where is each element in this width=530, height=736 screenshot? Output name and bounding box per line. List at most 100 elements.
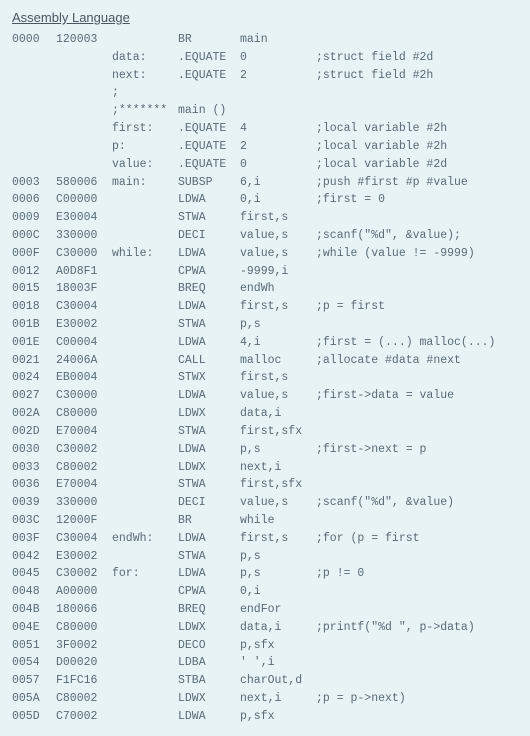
col-addr: 0027 <box>12 387 56 405</box>
assembly-row: 001EC00004LDWA4,i;first = (...) malloc(.… <box>12 334 518 352</box>
col-oper: malloc <box>240 352 316 370</box>
col-oper: first,s <box>240 298 316 316</box>
col-op: CPWA <box>178 583 240 601</box>
col-oper: first,s <box>240 209 316 227</box>
col-oper: charOut,d <box>240 672 316 690</box>
col-op: BREQ <box>178 280 240 298</box>
col-oper: value,s <box>240 494 316 512</box>
col-cmt: ;first = (...) malloc(...) <box>316 334 495 352</box>
col-oper: p,s <box>240 441 316 459</box>
assembly-row: 0018C30004LDWAfirst,s;p = first <box>12 298 518 316</box>
col-label: p: <box>112 138 178 156</box>
assembly-row: 0033C80002LDWXnext,i <box>12 459 518 477</box>
col-obj: 24006A <box>56 352 112 370</box>
col-op: BR <box>178 31 240 49</box>
col-obj: E70004 <box>56 476 112 494</box>
col-addr: 0045 <box>12 565 56 583</box>
assembly-row: 001BE30002STWAp,s <box>12 316 518 334</box>
col-op: STWA <box>178 316 240 334</box>
assembly-row: 000C330000DECIvalue,s;scanf("%d", &value… <box>12 227 518 245</box>
assembly-row: p:.EQUATE2;local variable #2h <box>12 138 518 156</box>
col-addr: 0030 <box>12 441 56 459</box>
col-obj: C30002 <box>56 565 112 583</box>
col-addr: 0024 <box>12 369 56 387</box>
col-obj: 180066 <box>56 601 112 619</box>
col-obj: E30002 <box>56 548 112 566</box>
col-oper: p,s <box>240 565 316 583</box>
col-cmt: ;p = p->next) <box>316 690 406 708</box>
col-addr: 0015 <box>12 280 56 298</box>
assembly-row: 0030C30002LDWAp,s;first->next = p <box>12 441 518 459</box>
col-obj: 580006 <box>56 174 112 192</box>
col-obj: 18003F <box>56 280 112 298</box>
col-addr: 0003 <box>12 174 56 192</box>
col-obj: 12000F <box>56 512 112 530</box>
col-obj: F1FC16 <box>56 672 112 690</box>
col-addr: 0009 <box>12 209 56 227</box>
assembly-row: value:.EQUATE0;local variable #2d <box>12 156 518 174</box>
col-oper: data,i <box>240 405 316 423</box>
col-addr: 0021 <box>12 352 56 370</box>
col-op: BREQ <box>178 601 240 619</box>
col-oper: 0,i <box>240 583 316 601</box>
col-oper: 4 <box>240 120 316 138</box>
col-oper: main <box>240 31 316 49</box>
col-obj: EB0004 <box>56 369 112 387</box>
col-obj: C80002 <box>56 459 112 477</box>
col-addr: 005D <box>12 708 56 726</box>
col-op: .EQUATE <box>178 120 240 138</box>
assembly-row: 004B180066BREQendFor <box>12 601 518 619</box>
col-obj: 330000 <box>56 227 112 245</box>
assembly-row: data:.EQUATE0;struct field #2d <box>12 49 518 67</box>
assembly-row: next:.EQUATE2;struct field #2h <box>12 67 518 85</box>
col-addr: 003C <box>12 512 56 530</box>
assembly-row: 004EC80000LDWXdata,i;printf("%d ", p->da… <box>12 619 518 637</box>
assembly-row: ;*******main () <box>12 102 518 120</box>
col-oper: 0,i <box>240 191 316 209</box>
col-obj: C00004 <box>56 334 112 352</box>
col-op: SUBSP <box>178 174 240 192</box>
col-oper: first,s <box>240 530 316 548</box>
assembly-row: 002124006ACALLmalloc;allocate #data #nex… <box>12 352 518 370</box>
col-oper: next,i <box>240 459 316 477</box>
assembly-row: 0042E30002STWAp,s <box>12 548 518 566</box>
col-cmt: ;local variable #2d <box>316 156 447 174</box>
col-addr: 004B <box>12 601 56 619</box>
col-oper: value,s <box>240 227 316 245</box>
col-addr: 005A <box>12 690 56 708</box>
col-oper: value,s <box>240 245 316 263</box>
col-label: next: <box>112 67 178 85</box>
col-op: DECI <box>178 227 240 245</box>
col-op: LDWA <box>178 708 240 726</box>
col-obj: C70002 <box>56 708 112 726</box>
assembly-row: 0036E70004STWAfirst,sfx <box>12 476 518 494</box>
col-addr: 0048 <box>12 583 56 601</box>
col-addr: 0036 <box>12 476 56 494</box>
col-op: LDWA <box>178 530 240 548</box>
col-op: LDBA <box>178 654 240 672</box>
col-op: CALL <box>178 352 240 370</box>
col-oper: 4,i <box>240 334 316 352</box>
col-oper: while <box>240 512 316 530</box>
assembly-row: 005DC70002LDWAp,sfx <box>12 708 518 726</box>
col-addr: 001E <box>12 334 56 352</box>
assembly-row: 003FC30004endWh:LDWAfirst,s;for (p = fir… <box>12 530 518 548</box>
col-obj: 3F0002 <box>56 637 112 655</box>
col-addr: 000C <box>12 227 56 245</box>
col-obj: C30000 <box>56 245 112 263</box>
col-obj: C80002 <box>56 690 112 708</box>
col-oper: first,s <box>240 369 316 387</box>
page-title: Assembly Language <box>12 10 518 25</box>
col-op: LDWA <box>178 441 240 459</box>
assembly-row: 0048A00000CPWA0,i <box>12 583 518 601</box>
col-op: LDWA <box>178 565 240 583</box>
col-obj: C30000 <box>56 387 112 405</box>
assembly-row: 002AC80000LDWXdata,i <box>12 405 518 423</box>
col-op: LDWX <box>178 459 240 477</box>
col-obj: C30002 <box>56 441 112 459</box>
col-oper: next,i <box>240 690 316 708</box>
col-op: LDWA <box>178 298 240 316</box>
col-addr: 0018 <box>12 298 56 316</box>
assembly-row: 0009E30004STWAfirst,s <box>12 209 518 227</box>
col-obj: C00000 <box>56 191 112 209</box>
